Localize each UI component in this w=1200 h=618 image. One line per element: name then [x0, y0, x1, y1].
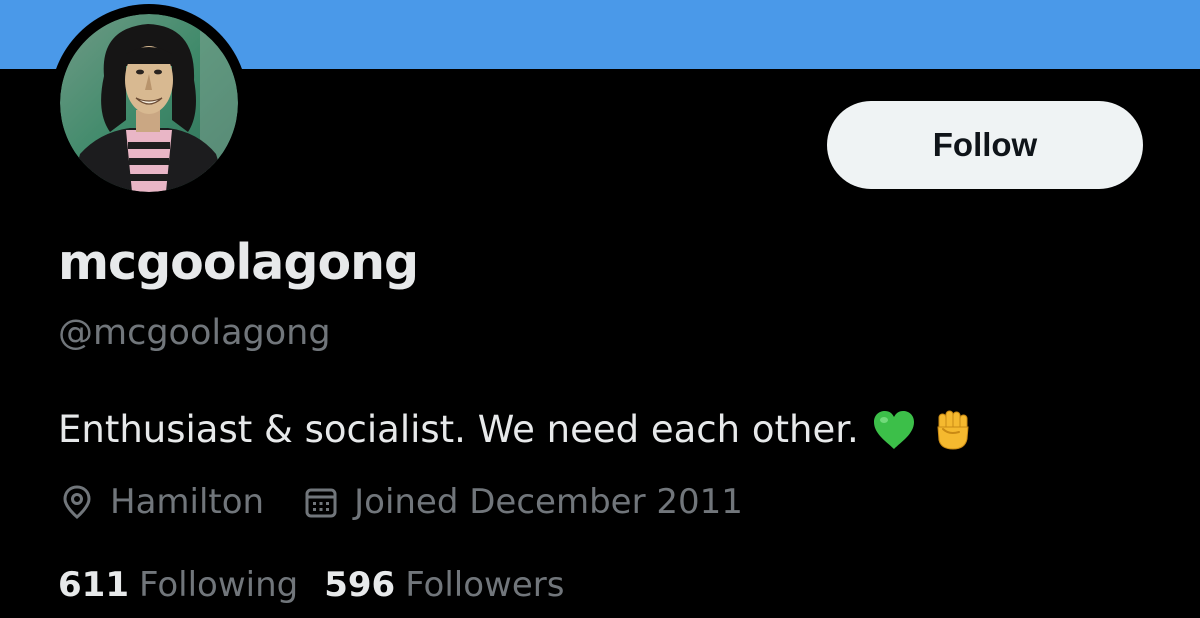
- profile-handle: @mcgoolagong: [58, 313, 331, 353]
- followers-label: Followers: [405, 565, 565, 605]
- avatar[interactable]: [60, 14, 238, 192]
- follow-button[interactable]: Follow: [827, 101, 1143, 189]
- location-text: Hamilton: [110, 482, 265, 522]
- following-link[interactable]: 611 Following: [58, 565, 298, 605]
- bio-text: Enthusiast & socialist. We need each oth…: [58, 408, 859, 451]
- profile-stats: 611 Following 596 Followers: [58, 560, 564, 610]
- avatar-ring: [50, 4, 248, 202]
- joined-text: Joined December 2011: [354, 482, 743, 522]
- following-count: 611: [58, 565, 129, 605]
- location-pin-icon: [58, 483, 96, 521]
- followers-link[interactable]: 596 Followers: [324, 565, 564, 605]
- location-item: Hamilton: [58, 482, 264, 522]
- joined-item: Joined December 2011: [302, 482, 743, 522]
- following-label: Following: [138, 565, 299, 605]
- raised-fist-icon: [929, 407, 975, 453]
- avatar-portrait-image: [60, 14, 238, 192]
- profile-page: Follow mcgoolagong @mcgoolagong Enthusia…: [0, 0, 1200, 618]
- profile-display-name: mcgoolagong: [58, 234, 419, 291]
- profile-meta: Hamilton Joined December 2011: [58, 477, 743, 527]
- followers-count: 596: [324, 565, 396, 605]
- green-heart-icon: [871, 407, 917, 453]
- calendar-icon: [302, 483, 340, 521]
- profile-bio: Enthusiast & socialist. We need each oth…: [58, 402, 975, 458]
